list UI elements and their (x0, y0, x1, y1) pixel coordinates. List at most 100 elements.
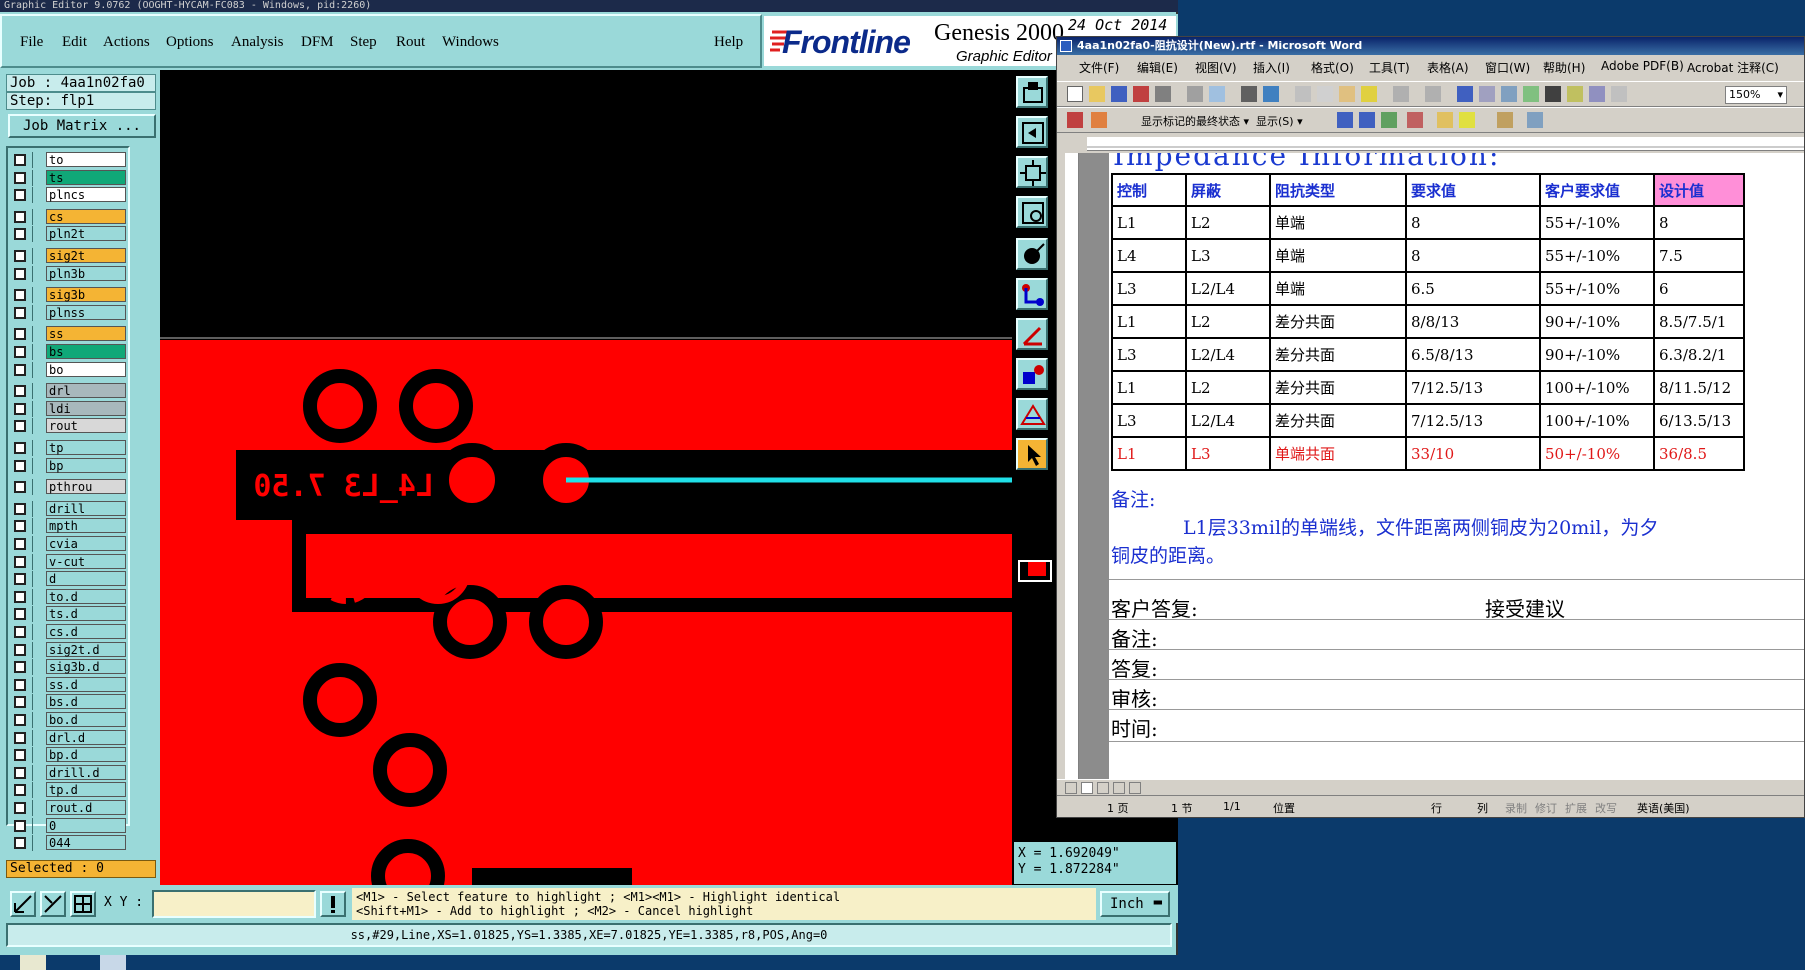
layer-row[interactable]: bo (10, 361, 128, 378)
spelling-icon[interactable] (1209, 86, 1225, 102)
layer-checkbox[interactable] (14, 171, 26, 184)
layer-row[interactable]: 0 (10, 817, 128, 834)
table-cell[interactable]: 8 (1653, 205, 1745, 240)
new-comment-icon[interactable] (1437, 112, 1453, 128)
layer-checkbox[interactable] (14, 573, 26, 586)
layer-row[interactable]: ts (10, 169, 128, 186)
layer-checkbox[interactable] (14, 784, 26, 797)
snap-icon[interactable] (40, 891, 66, 917)
table-cell[interactable]: 6/13.5/13 (1653, 403, 1745, 438)
layer-row[interactable]: v-cut (10, 553, 128, 570)
word-menu-adobe-pdf[interactable]: Adobe PDF(B) (1601, 59, 1684, 73)
table-cell[interactable]: L3 (1111, 271, 1187, 306)
zoom-back-tool[interactable] (1016, 116, 1048, 148)
layer-name[interactable]: bp (46, 457, 126, 473)
taskbar-folder-icon[interactable] (20, 955, 46, 970)
layer-checkbox[interactable] (14, 731, 26, 744)
layer-name[interactable]: mpth (46, 518, 126, 534)
document-page[interactable]: Impedance Information: 控制 屏蔽 阻抗类型 要求值 客户… (1109, 153, 1804, 779)
table-cell[interactable]: 7/12.5/13 (1405, 403, 1541, 438)
status-trk[interactable]: 修订 (1535, 800, 1557, 816)
table-cell[interactable]: 90+/-10% (1539, 337, 1655, 372)
info-icon[interactable] (320, 891, 346, 917)
table-cell[interactable]: L1 (1111, 205, 1187, 240)
menu-help[interactable]: Help (714, 34, 743, 51)
insert-table-icon[interactable] (1501, 86, 1517, 102)
status-rec[interactable]: 录制 (1505, 800, 1527, 816)
print-icon[interactable] (1155, 86, 1171, 102)
table-cell[interactable]: 100+/-10% (1539, 370, 1655, 405)
layer-row[interactable]: pln3b (10, 265, 128, 282)
menu-rout[interactable]: Rout (396, 34, 425, 51)
table-cell[interactable]: L2/L4 (1185, 271, 1271, 306)
layer-name[interactable]: bp.d (46, 747, 126, 763)
layer-checkbox[interactable] (14, 643, 26, 656)
layer-checkbox[interactable] (14, 267, 26, 280)
tables-borders-icon[interactable] (1479, 86, 1495, 102)
layer-name[interactable]: bo.d (46, 712, 126, 727)
table-cell[interactable]: 100+/-10% (1539, 403, 1655, 438)
table-cell[interactable]: 50+/-10% (1539, 436, 1655, 471)
reject-change-icon[interactable] (1407, 112, 1423, 128)
layer-name[interactable]: sig3b (46, 287, 126, 303)
layer-name[interactable]: to.d (46, 588, 126, 604)
table-cell[interactable]: 6.5/8/13 (1405, 337, 1541, 372)
layer-name[interactable]: drill (46, 500, 126, 516)
layer-checkbox[interactable] (14, 385, 26, 398)
layer-name[interactable]: pln3b (46, 265, 126, 281)
units-dropdown[interactable]: Inch ▬ (1100, 891, 1170, 917)
table-cell[interactable]: L3 (1185, 238, 1271, 273)
table-cell[interactable]: 55+/-10% (1539, 238, 1655, 273)
layer-name[interactable]: d (46, 571, 126, 587)
layer-name[interactable]: drill.d (46, 764, 126, 780)
pdf-convert-icon[interactable] (1091, 112, 1107, 128)
layer-checkbox[interactable] (14, 250, 26, 262)
table-cell[interactable]: 单端共面 (1269, 436, 1407, 471)
layer-name[interactable]: cvia (46, 536, 126, 551)
table-cell[interactable]: L4 (1111, 238, 1187, 273)
layer-row[interactable]: ss (10, 326, 128, 343)
layer-checkbox[interactable] (14, 555, 26, 568)
document-map-icon[interactable] (1589, 86, 1605, 102)
cut-icon[interactable] (1295, 86, 1311, 102)
table-cell[interactable]: 36/8.5 (1653, 436, 1745, 471)
word-menu-format[interactable]: 格式(O) (1311, 59, 1354, 76)
redo-icon[interactable] (1425, 86, 1441, 102)
layer-row[interactable]: bs.d (10, 694, 128, 711)
surface-tool[interactable] (1016, 358, 1048, 390)
table-cell[interactable]: 55+/-10% (1539, 271, 1655, 306)
previous-change-icon[interactable] (1337, 112, 1353, 128)
layer-name[interactable]: sig2t (46, 248, 126, 263)
table-cell[interactable]: 单端 (1269, 271, 1407, 306)
layer-checkbox[interactable] (14, 402, 26, 415)
select-arrow-tool[interactable] (1016, 438, 1048, 470)
layer-name[interactable]: drl (46, 383, 126, 399)
layer-row[interactable]: bp (10, 457, 128, 474)
outline-view-icon[interactable] (1113, 782, 1125, 794)
layer-name[interactable]: 0 (46, 817, 126, 833)
word-menu-file[interactable]: 文件(F) (1079, 59, 1119, 76)
layer-name[interactable]: sig3b.d (46, 659, 126, 675)
word-menu-table[interactable]: 表格(A) (1427, 59, 1469, 76)
layer-checkbox[interactable] (14, 661, 26, 674)
layer-row[interactable]: bs (10, 344, 128, 360)
layer-row[interactable]: drill (10, 500, 128, 517)
layer-checkbox[interactable] (14, 538, 26, 550)
layer-row[interactable]: ss.d (10, 676, 128, 693)
layer-row[interactable]: 044 (10, 835, 128, 852)
layer-name[interactable]: tp (46, 440, 126, 455)
word-menu-insert[interactable]: 插入(I) (1253, 59, 1290, 76)
table-cell[interactable]: L1 (1111, 436, 1187, 471)
layer-row[interactable]: to.d (10, 588, 128, 605)
table-cell[interactable]: 单端 (1269, 238, 1407, 273)
menu-options[interactable]: Options (166, 34, 214, 51)
table-cell[interactable]: L2 (1185, 205, 1271, 240)
layer-checkbox[interactable] (14, 328, 26, 341)
pad[interactable] (399, 369, 473, 443)
print-preview-icon[interactable] (1187, 86, 1203, 102)
table-cell[interactable]: 6.5 (1405, 271, 1541, 306)
save-icon[interactable] (1111, 86, 1127, 102)
horizontal-scrollbar[interactable] (1057, 779, 1804, 795)
insert-excel-icon[interactable] (1523, 86, 1539, 102)
table-cell[interactable]: L3 (1111, 337, 1187, 372)
